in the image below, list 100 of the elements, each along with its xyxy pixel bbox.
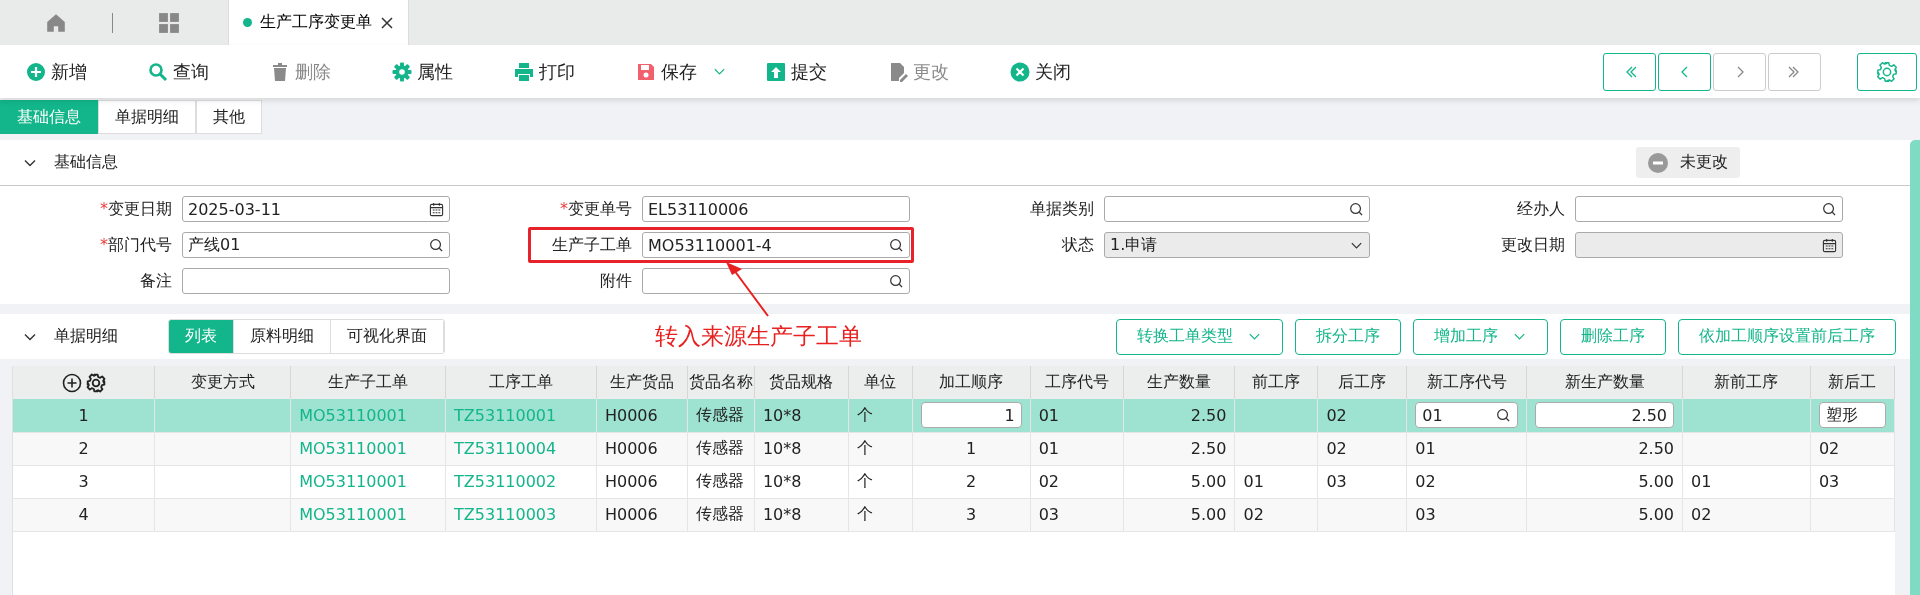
form-tab[interactable]: 其他: [196, 100, 262, 134]
plus-circle-icon: [26, 61, 46, 82]
toolbar-button[interactable]: 查询: [148, 59, 270, 84]
table-cell: 10*8: [754, 399, 849, 432]
table-cell: 01: [1030, 432, 1124, 465]
field-label: *部门代号: [99, 234, 173, 256]
cell-input[interactable]: 塑形: [1818, 402, 1886, 429]
scrollbar[interactable]: [1910, 140, 1920, 595]
table-cell: 4: [13, 498, 155, 531]
column-header: 新后工: [1810, 366, 1895, 399]
cell-input[interactable]: 1: [920, 402, 1022, 429]
table-cell: 1: [13, 399, 155, 432]
table-cell: 10*8: [754, 465, 849, 498]
search-icon: [148, 61, 168, 82]
table-cell: 02: [1030, 465, 1124, 498]
gear-icon: [392, 61, 412, 82]
table-cell: 02: [1682, 498, 1811, 531]
table-cell: 2.50: [1526, 432, 1683, 465]
input-field[interactable]: [182, 268, 450, 294]
table-cell: 2: [13, 432, 155, 465]
column-header: 工序工单: [445, 366, 597, 399]
input-field[interactable]: MO53110001-4: [642, 232, 910, 258]
minus-circle-icon: [1648, 152, 1668, 173]
grid-icon: [158, 11, 180, 34]
column-header: 货品名称: [687, 366, 755, 399]
status-text: 未更改: [1680, 152, 1728, 173]
table-cell: 个: [848, 498, 913, 531]
field-label: 附件: [599, 270, 633, 292]
input-field[interactable]: [642, 268, 910, 294]
section-title: 单据明细: [54, 326, 119, 347]
column-header: 工序代号: [1030, 366, 1124, 399]
table-cell: 03: [1406, 498, 1527, 531]
field-label: *变更单号: [559, 198, 633, 220]
toolbar-button[interactable]: 提交: [766, 59, 888, 84]
gear-icon[interactable]: [85, 372, 106, 393]
input-field[interactable]: [1104, 196, 1370, 222]
table-cell: 02: [1234, 498, 1318, 531]
field-label: 状态: [1061, 234, 1095, 256]
table-cell: 个: [848, 432, 913, 465]
search-icon: [1822, 201, 1837, 217]
table-cell: 03: [1810, 465, 1895, 498]
table-cell: 5.00: [1123, 498, 1235, 531]
input-field[interactable]: 产线01: [182, 232, 450, 258]
table-cell: 02: [1406, 465, 1527, 498]
table-cell: 01: [1030, 399, 1124, 432]
field-label: 单据类别: [1029, 198, 1095, 220]
settings-button[interactable]: [1857, 52, 1917, 91]
table-cell: 传感器: [687, 399, 755, 432]
section-title: 基础信息: [54, 152, 118, 173]
pager-button[interactable]: [1603, 52, 1656, 91]
search-icon: [429, 237, 444, 253]
table-cell: 5.00: [1526, 465, 1683, 498]
input-field[interactable]: EL53110006: [642, 196, 910, 222]
calendar-icon: [1822, 237, 1837, 253]
plus-circle-icon[interactable]: [61, 372, 82, 393]
table-cell: 10*8: [754, 432, 849, 465]
table-cell: 02: [1810, 432, 1895, 465]
window-tab[interactable]: 生产工序变更单: [228, 0, 409, 45]
table-cell: 03: [1030, 498, 1124, 531]
column-header: 新工序代号: [1406, 366, 1527, 399]
table-cell: 传感器: [687, 465, 755, 498]
column-header: 加工顺序: [912, 366, 1031, 399]
field-label: 备注: [139, 270, 173, 292]
form-tab[interactable]: 单据明细: [98, 100, 196, 134]
close-icon[interactable]: [380, 15, 394, 30]
table-cell: 个: [848, 399, 913, 432]
column-header: 新生产数量: [1526, 366, 1683, 399]
table-cell: 5.00: [1123, 465, 1235, 498]
column-header: 后工序: [1317, 366, 1407, 399]
toolbar-button[interactable]: 保存: [636, 59, 766, 84]
table-cell: 01: [1234, 465, 1318, 498]
table-cell: 01: [1406, 432, 1527, 465]
input-field[interactable]: [1575, 196, 1843, 222]
column-header: 生产子工单: [290, 366, 446, 399]
table-cell: 01: [1682, 465, 1811, 498]
toolbar-button[interactable]: 属性: [392, 59, 514, 84]
table-cell: 传感器: [687, 432, 755, 465]
cell-input[interactable]: 01: [1415, 402, 1519, 429]
toolbar-button[interactable]: 打印: [514, 59, 636, 84]
cell-input[interactable]: 2.50: [1535, 402, 1675, 429]
table-cell: 1: [912, 432, 1031, 465]
printer-icon: [514, 61, 534, 82]
date-field[interactable]: 2025-03-11: [182, 196, 450, 222]
pager-button[interactable]: [1658, 52, 1711, 91]
table-cell: 02: [1317, 432, 1407, 465]
toolbar-button[interactable]: 关闭: [1010, 59, 1132, 84]
table-cell: H0006: [596, 432, 688, 465]
select-field[interactable]: 1.申请: [1104, 232, 1370, 258]
trash-icon: [270, 61, 290, 82]
annotation-text: 转入来源生产子工单: [655, 322, 862, 351]
search-icon: [1349, 201, 1364, 217]
table-cell: 2: [912, 465, 1031, 498]
column-header: 新前工序: [1682, 366, 1811, 399]
field-label: *变更日期: [99, 198, 173, 220]
toolbar-button[interactable]: 新增: [26, 59, 148, 84]
table-cell: 个: [848, 465, 913, 498]
table-cell: H0006: [596, 498, 688, 531]
search-icon: [889, 237, 904, 253]
table-cell: 3: [13, 465, 155, 498]
field-label: 经办人: [1516, 198, 1566, 220]
